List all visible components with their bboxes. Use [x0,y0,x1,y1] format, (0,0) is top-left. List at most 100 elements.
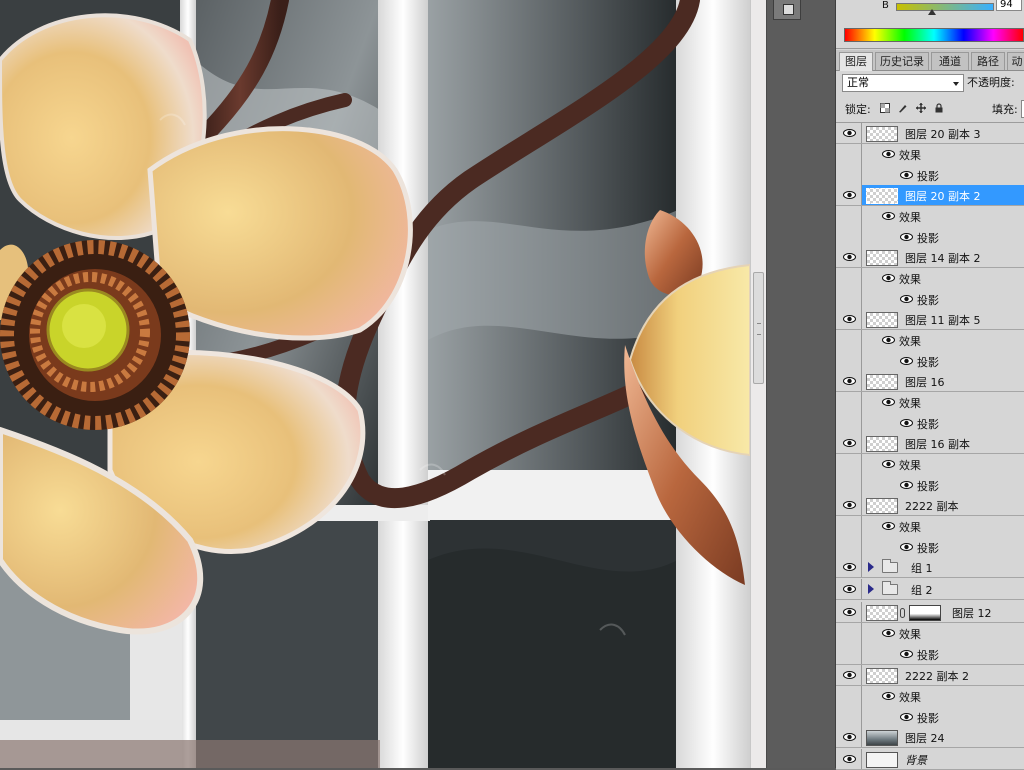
layer-mask-thumbnail[interactable] [909,605,941,621]
layer-thumbnail [866,605,898,621]
visibility-eye-icon[interactable] [843,608,856,616]
lock-label: 锁定: [845,103,871,116]
layer-thumbnail [866,374,898,390]
visibility-eye-icon[interactable] [843,755,856,763]
shadow-effect-row[interactable]: 投影 [836,707,1024,728]
layer-row[interactable]: 图层 14 副本 2 [836,247,1024,268]
background-layer-row[interactable]: 背景 [836,749,1024,770]
lock-row: 锁定: 填充: [836,96,1024,123]
layer-row[interactable]: 图层 11 副本 5 [836,309,1024,330]
shadow-effect-row[interactable]: 投影 [836,537,1024,558]
tab-layers[interactable]: 图层 [839,52,873,71]
scrollbar-thumb[interactable] [753,272,764,384]
shadow-visibility-icon[interactable] [900,481,913,489]
effects-visibility-icon[interactable] [882,460,895,468]
canvas-vertical-scrollbar[interactable] [750,0,766,768]
effects-row[interactable]: 效果 [836,268,1024,289]
effects-visibility-icon[interactable] [882,692,895,700]
layer-name: 图层 14 副本 2 [905,252,981,265]
layer-row[interactable]: 图层 20 副本 3 [836,123,1024,144]
shadow-label: 投影 [917,542,939,555]
layer-thumbnail [866,126,898,142]
visibility-eye-icon[interactable] [843,191,856,199]
effects-row[interactable]: 效果 [836,454,1024,475]
shadow-effect-row[interactable]: 投影 [836,227,1024,248]
tab-history[interactable]: 历史记录 [875,52,929,70]
shadow-effect-row[interactable]: 投影 [836,165,1024,186]
shadow-visibility-icon[interactable] [900,171,913,179]
effects-label: 效果 [899,691,921,704]
folder-icon [882,581,898,595]
opacity-label: 不透明度: [967,76,1015,89]
shadow-effect-row[interactable]: 投影 [836,475,1024,496]
effects-row[interactable]: 效果 [836,516,1024,537]
shadow-visibility-icon[interactable] [900,357,913,365]
lock-all-icon[interactable] [934,103,944,113]
effects-row[interactable]: 效果 [836,206,1024,227]
effects-visibility-icon[interactable] [882,336,895,344]
shadow-effect-row[interactable]: 投影 [836,289,1024,310]
effects-visibility-icon[interactable] [882,212,895,220]
layer-group-row[interactable]: 组 1 [836,557,1024,578]
visibility-eye-icon[interactable] [843,733,856,741]
visibility-eye-icon[interactable] [843,439,856,447]
effects-row[interactable]: 效果 [836,623,1024,644]
group-name: 组 2 [911,584,933,597]
visibility-eye-icon[interactable] [843,253,856,261]
layer-row[interactable]: 图层 24 [836,727,1024,748]
lock-position-icon[interactable] [916,103,926,113]
shadow-visibility-icon[interactable] [900,713,913,721]
visibility-eye-icon[interactable] [843,501,856,509]
shadow-visibility-icon[interactable] [900,419,913,427]
effects-visibility-icon[interactable] [882,629,895,637]
tab-channels[interactable]: 通道 [931,52,969,70]
layer-row-selected[interactable]: 图层 20 副本 2 [836,185,1024,206]
shadow-effect-row[interactable]: 投影 [836,644,1024,665]
effects-row[interactable]: 效果 [836,392,1024,413]
lock-image-pixels-icon[interactable] [898,103,908,113]
lock-transparent-pixels-icon[interactable] [880,103,890,113]
effects-row[interactable]: 效果 [836,144,1024,165]
effects-visibility-icon[interactable] [882,150,895,158]
tab-paths[interactable]: 路径 [971,52,1005,70]
channel-slider-track[interactable] [896,3,994,11]
layer-row-masked[interactable]: 图层 12 [836,602,1024,623]
shadow-visibility-icon[interactable] [900,650,913,658]
layer-row[interactable]: 图层 16 副本 [836,433,1024,454]
shadow-visibility-icon[interactable] [900,543,913,551]
effects-label: 效果 [899,521,921,534]
effects-row[interactable]: 效果 [836,686,1024,707]
visibility-eye-icon[interactable] [843,563,856,571]
panel-toggle-button[interactable] [773,0,801,20]
layer-thumbnail [866,188,898,204]
layer-group-row[interactable]: 组 2 [836,579,1024,600]
layer-row[interactable]: 2222 副本 [836,495,1024,516]
visibility-eye-icon[interactable] [843,129,856,137]
visibility-eye-icon[interactable] [843,585,856,593]
expand-triangle-icon[interactable] [868,562,874,572]
effects-label: 效果 [899,211,921,224]
effects-visibility-icon[interactable] [882,398,895,406]
visibility-eye-icon[interactable] [843,671,856,679]
channel-value-field[interactable]: 94 [996,0,1022,11]
effects-visibility-icon[interactable] [882,274,895,282]
blend-mode-dropdown[interactable]: 正常 [842,74,964,92]
shadow-label: 投影 [917,232,939,245]
shadow-visibility-icon[interactable] [900,295,913,303]
shadow-visibility-icon[interactable] [900,233,913,241]
mask-link-icon[interactable] [900,608,905,618]
layer-row[interactable]: 2222 副本 2 [836,665,1024,686]
color-spectrum-bar[interactable] [844,28,1024,42]
layer-name: 2222 副本 [905,500,959,513]
effects-row[interactable]: 效果 [836,330,1024,351]
visibility-eye-icon[interactable] [843,377,856,385]
expand-triangle-icon[interactable] [868,584,874,594]
channel-slider-handle[interactable] [928,9,936,15]
shadow-effect-row[interactable]: 投影 [836,351,1024,372]
shadow-effect-row[interactable]: 投影 [836,413,1024,434]
document-canvas[interactable] [0,0,750,768]
tab-actions[interactable]: 动 [1007,52,1024,70]
layer-row[interactable]: 图层 16 [836,371,1024,392]
visibility-eye-icon[interactable] [843,315,856,323]
effects-visibility-icon[interactable] [882,522,895,530]
